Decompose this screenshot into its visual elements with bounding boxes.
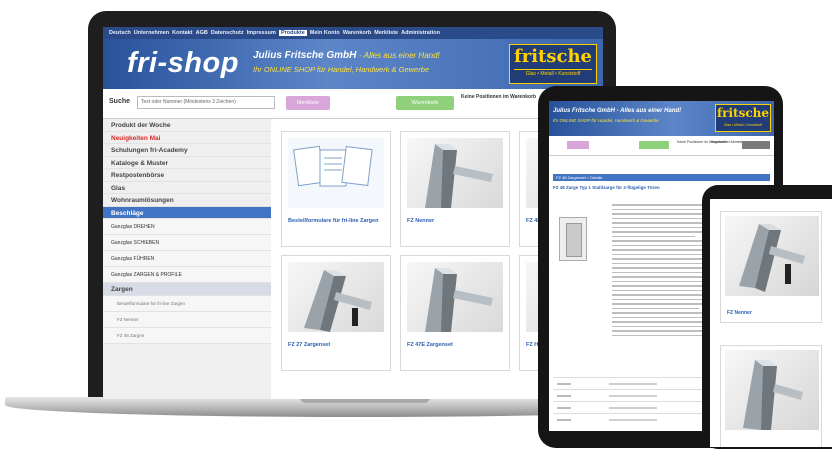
company-tagline: - Alles aus einer Hand! xyxy=(359,51,440,60)
profile-icon xyxy=(304,270,372,332)
product-tile[interactable]: FZ Nenner xyxy=(400,131,510,247)
laptop-screen: Deutsch Unternehmen Kontakt AGB Datenschutz I… xyxy=(103,27,603,399)
text-line xyxy=(612,267,711,269)
product-caption[interactable]: FZ 27 Zargenset xyxy=(288,342,386,349)
sidebar-item[interactable]: Glas xyxy=(103,182,271,194)
spec-key xyxy=(557,395,571,397)
text-line xyxy=(612,253,702,255)
tablet-menu-button[interactable] xyxy=(742,141,770,149)
company-title: Julius Fritsche GmbH - Alles aus einer H… xyxy=(253,50,440,61)
topnav-link[interactable]: Unternehmen xyxy=(134,30,169,36)
topnav-link[interactable]: AGB xyxy=(196,30,208,36)
tablet-watchlist-button[interactable] xyxy=(567,141,589,149)
product-image xyxy=(725,350,819,430)
cart-status: Keine Positionen im Warenkorb xyxy=(461,94,537,100)
sidebar-item[interactable]: Bestellformulare für fri-line Zargen xyxy=(103,295,271,312)
door-frame-image xyxy=(559,217,587,261)
product-tile[interactable]: FZ 27 Zargenset xyxy=(281,255,391,371)
sidebar-item[interactable]: Ganzglas FÜHREN xyxy=(103,251,271,267)
topnav-link[interactable]: Deutsch xyxy=(109,30,131,36)
spec-key xyxy=(557,407,571,409)
tablet-breadcrumb: FZ 48 Zargenset > Details xyxy=(553,174,770,181)
fritsche-logo[interactable]: fritsche Glas • Metall • Kunststoff xyxy=(509,44,597,84)
sidebar-item[interactable]: Kataloge & Muster xyxy=(103,157,271,169)
product-caption[interactable]: FZ 47E Zargenset xyxy=(407,342,505,349)
sidebar-item[interactable]: Restpostenbörse xyxy=(103,169,271,182)
cart-button[interactable]: Warenkorb xyxy=(396,96,454,110)
topnav-link[interactable]: Produkte xyxy=(278,30,307,36)
phone-product-tile[interactable] xyxy=(720,345,822,447)
product-image xyxy=(407,138,503,208)
tablet-fritsche-wordmark: fritsche xyxy=(716,106,769,120)
spec-value xyxy=(609,407,657,409)
tablet-header: Julius Fritsche GmbH - Alles aus einer H… xyxy=(549,101,774,136)
product-tile[interactable]: FZ 47E Zargenset xyxy=(400,255,510,371)
text-line xyxy=(612,289,705,291)
search-label: Suche xyxy=(109,98,131,105)
topnav-link[interactable]: Datenschutz xyxy=(211,30,244,36)
spec-key xyxy=(557,383,571,385)
sidebar-item[interactable]: Neuigkeiten Mai xyxy=(103,132,271,144)
fritsche-slogan: Glas • Metall • Kunststoff xyxy=(514,69,592,79)
sidebar-item[interactable]: Beschläge xyxy=(103,206,271,219)
sidebar-item[interactable]: Ganzglas SCHIEBEN xyxy=(103,235,271,251)
sidebar-item[interactable]: Produkt der Woche xyxy=(103,119,271,132)
product-image xyxy=(407,262,503,332)
text-line xyxy=(612,235,695,237)
spec-value xyxy=(609,419,657,421)
sidebar-item[interactable]: FZ 48 Zargen xyxy=(103,327,271,344)
tablet-subtitle: Ihr ONLINE SHOP für Handel, Handwerk & G… xyxy=(553,118,659,123)
sidebar-item[interactable]: Schulungen fri-Academy xyxy=(103,144,271,157)
category-sidebar: Produkt der Woche Neuigkeiten Mai Schulung… xyxy=(103,119,271,399)
tablet-title: Julius Fritsche GmbH - Alles aus einer H… xyxy=(553,108,682,114)
product-image xyxy=(725,216,819,296)
sidebar-item[interactable]: FZ Nenner xyxy=(103,311,271,328)
spec-key xyxy=(557,419,571,421)
topnav-link[interactable]: Mein Konto xyxy=(310,30,340,36)
tablet-fritsche-slogan: Glas • Metall • Kunststoff xyxy=(723,123,763,127)
phone-tile-caption: FZ Nenner xyxy=(727,310,752,316)
topnav-link[interactable]: Administration xyxy=(401,30,440,36)
text-line xyxy=(612,334,702,336)
tablet-fritsche-logo[interactable]: fritsche Glas • Metall • Kunststoff xyxy=(715,104,771,132)
shop-subtitle: Ihr ONLINE SHOP für Handel, Handwerk & G… xyxy=(253,65,430,74)
product-caption[interactable]: Bestellformulare für fri-line Zargen xyxy=(288,218,386,225)
sidebar-item[interactable]: Zargen xyxy=(103,283,271,296)
spec-value xyxy=(609,383,657,385)
topnav-link[interactable]: Impressum xyxy=(247,30,276,36)
text-line xyxy=(612,321,711,323)
phone-screen: FZ Nenner xyxy=(710,199,832,447)
profile-icon xyxy=(425,144,493,208)
topnav-link[interactable]: Kontakt xyxy=(172,30,192,36)
phone-product-tile[interactable]: FZ Nenner xyxy=(720,211,822,323)
sidebar-item[interactable]: Ganzglas DREHEN xyxy=(103,219,271,235)
spec-value xyxy=(609,395,657,397)
topnav-link[interactable]: Warenkorb xyxy=(343,30,372,36)
profile-icon xyxy=(425,268,493,332)
top-navigation: Deutsch Unternehmen Kontakt AGB Datenschutz I… xyxy=(103,27,603,39)
topnav-link[interactable]: Merkliste xyxy=(374,30,398,36)
text-line xyxy=(612,307,699,309)
profile-icon xyxy=(743,360,803,430)
tablet-toolbar: Keine Positionen im Warenkorb Angemeldet… xyxy=(549,136,774,156)
fritsche-wordmark: fritsche xyxy=(513,46,592,67)
search-input[interactable]: Text oder Nummer (Mindestens 3 Zeichen) xyxy=(137,96,275,109)
tablet-cart-button[interactable] xyxy=(639,141,669,149)
devices-mockup: Deutsch Unternehmen Kontakt AGB Datenschutz I… xyxy=(0,0,832,449)
search-bar: Suche Text oder Nummer (Mindestens 3 Zei… xyxy=(103,89,603,119)
watchlist-button[interactable]: Merkliste xyxy=(286,96,330,110)
product-image xyxy=(288,262,384,332)
product-tile[interactable]: Bestellformulare für fri-line Zargen xyxy=(281,131,391,247)
tablet-account-status: Angemeldet Abmelden xyxy=(711,140,747,144)
header-banner: fri-shop Julius Fritsche GmbH - Alles au… xyxy=(103,39,603,89)
order-forms-icon xyxy=(293,145,373,187)
product-image xyxy=(288,138,384,208)
company-name: Julius Fritsche GmbH xyxy=(253,50,357,61)
sidebar-item[interactable]: Wohnraumlösungen xyxy=(103,194,271,207)
sidebar-item[interactable]: Ganzglas ZARGEN & PROFILE xyxy=(103,267,271,283)
shop-logo[interactable]: fri-shop xyxy=(127,47,239,80)
text-line xyxy=(612,213,702,215)
product-caption[interactable]: FZ Nenner xyxy=(407,218,505,225)
profile-icon xyxy=(739,224,805,292)
